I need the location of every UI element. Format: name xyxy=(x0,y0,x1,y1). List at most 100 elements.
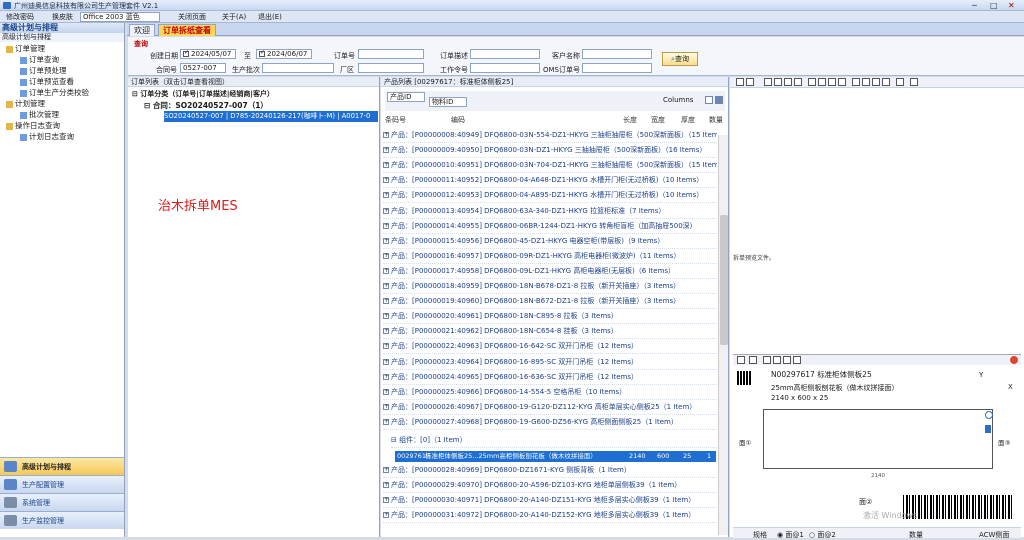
nav-production-monitor[interactable]: 生产监控管理 xyxy=(0,511,124,529)
expand-icon[interactable]: + xyxy=(383,403,389,410)
col-width[interactable]: 宽度 xyxy=(651,115,665,125)
product-row[interactable]: + 产品：[P00000014:40955] DFQ6800-06BR-1244-… xyxy=(383,219,717,234)
expand-icon[interactable]: + xyxy=(383,343,389,350)
expand-icon[interactable]: + xyxy=(383,147,389,154)
date-to-field[interactable]: 2024/06/07 xyxy=(256,49,312,59)
fit-icon[interactable] xyxy=(784,78,792,86)
tree-item-batch-management[interactable]: 批次管理 xyxy=(20,109,59,120)
customer-input[interactable] xyxy=(582,49,652,59)
expand-icon[interactable]: + xyxy=(383,132,389,138)
expand-icon[interactable]: + xyxy=(383,267,389,274)
grid-icon[interactable] xyxy=(818,78,826,86)
expand-icon[interactable]: + xyxy=(383,162,389,169)
minimize-icon[interactable]: ─ xyxy=(972,1,977,10)
layer-icon[interactable] xyxy=(808,78,816,86)
expand-icon[interactable]: + xyxy=(383,222,389,229)
expand-icon[interactable]: + xyxy=(383,177,389,184)
col-length[interactable]: 长度 xyxy=(623,115,637,125)
skin-select[interactable]: Office 2003 蓝色 xyxy=(80,12,160,22)
expand-icon[interactable]: + xyxy=(383,467,389,473)
expand-icon[interactable]: + xyxy=(383,418,389,425)
page-icon[interactable] xyxy=(763,356,771,364)
frame-icon[interactable] xyxy=(872,78,880,86)
expand-icon[interactable]: + xyxy=(383,373,389,380)
select-icon[interactable] xyxy=(794,78,802,86)
date-from-field[interactable]: 2024/05/07 xyxy=(180,49,236,59)
expand-icon[interactable]: + xyxy=(383,497,389,504)
tree-item-order-query[interactable]: 订单查询 xyxy=(20,54,59,65)
group-by-material-id[interactable]: 物料ID xyxy=(429,97,467,107)
component-group-row[interactable]: ⊟ 组件：[0]（1 Item） xyxy=(391,433,725,448)
tree-item-operation-log[interactable]: 操作日志查询 xyxy=(6,120,60,131)
order-tree-root[interactable]: ⊟ 订单分类（订单号|订单描述|经销商|客户） xyxy=(132,89,274,99)
skin-menu[interactable]: 换皮肤 xyxy=(52,12,73,22)
product-row[interactable]: + 产品：[P00000023:40964] DFQ6800-16-895-SC … xyxy=(383,355,717,370)
settings-icon[interactable] xyxy=(910,78,918,86)
logout-menu[interactable]: 退出(E) xyxy=(258,12,282,22)
tree-item-order-preprocess[interactable]: 订单预处理 xyxy=(20,65,67,76)
face2-radio[interactable]: ○ 面@2 xyxy=(809,530,836,540)
change-password-menu[interactable]: 修改密码 xyxy=(6,12,34,22)
col-thickness[interactable]: 厚度 xyxy=(681,115,695,125)
col-quantity[interactable]: 数量 xyxy=(709,115,723,125)
product-row[interactable]: + 产品：[P00000024:40965] DFQ6800-16-636-SC … xyxy=(383,370,717,385)
close-page-menu[interactable]: 关闭页面 xyxy=(178,12,206,22)
expand-icon[interactable] xyxy=(715,96,723,104)
product-row[interactable]: + 产品：[P00000029:40970] DFQ6800-20-A596-DZ… xyxy=(383,478,717,494)
expand-icon[interactable]: + xyxy=(383,313,389,320)
contract-node[interactable]: ⊟ 合同：SO20240527-007（1） xyxy=(144,100,268,111)
product-row[interactable]: + 产品：[P00000027:40968] DFQ6800-19-G600-DZ… xyxy=(383,415,717,430)
product-row[interactable]: + 产品：[P00000031:40972] DFQ6800-20-A140-DZ… xyxy=(383,508,717,524)
close-icon[interactable] xyxy=(1010,356,1018,364)
nav-aps[interactable]: 高级计划与排程 xyxy=(0,457,124,475)
product-row[interactable]: + 产品：[P00000009:40950] DFQ6800-03N-DZ1-HK… xyxy=(383,143,717,159)
oms-input[interactable] xyxy=(582,63,652,73)
frame-icon[interactable] xyxy=(773,356,781,364)
zoom-icon[interactable] xyxy=(749,356,757,364)
nav-system-management[interactable]: 系统管理 xyxy=(0,493,124,511)
product-row[interactable]: + 产品：[P00000028:40969] DFQ6800-DZ1671-KYG… xyxy=(383,463,717,478)
query-button[interactable]: ⌕查询 xyxy=(662,52,698,66)
workorder-input[interactable] xyxy=(470,63,540,73)
maximize-icon[interactable]: □ xyxy=(990,1,998,10)
tree-item-order-preview[interactable]: 订单预览查看 xyxy=(20,76,74,87)
columns-button[interactable]: Columns xyxy=(663,96,693,104)
product-row[interactable]: + 产品：[P00000015:40956] DFQ6800-45-DZ1-HKY… xyxy=(383,234,717,249)
product-row[interactable]: + 产品：[P00000020:40961] DFQ6800-18N-C895-8… xyxy=(383,309,717,325)
product-row[interactable]: + 产品：[P00000011:40952] DFQ6800-04-A648-DZ… xyxy=(383,173,717,189)
expand-icon[interactable]: + xyxy=(383,252,389,259)
zoom-icon[interactable] xyxy=(746,78,754,86)
move-icon[interactable] xyxy=(862,78,870,86)
about-menu[interactable]: 关于(A) xyxy=(222,12,246,22)
tree-item-plan-log[interactable]: 计划日志查询 xyxy=(20,131,74,142)
settings-icon[interactable] xyxy=(737,356,745,364)
nav-production-config[interactable]: 生产配置管理 xyxy=(0,475,124,493)
expand-icon[interactable]: + xyxy=(383,192,389,199)
product-list-scrollbar[interactable] xyxy=(718,135,728,535)
order-desc-input[interactable] xyxy=(470,49,540,59)
measure-icon[interactable] xyxy=(828,78,836,86)
group-by-product-id[interactable]: 产品ID xyxy=(387,92,425,102)
collapse-icon[interactable] xyxy=(705,96,713,104)
contract-input[interactable]: 0527-007 xyxy=(180,63,226,73)
tab-order-split-view[interactable]: 订单拆纸查看 xyxy=(158,24,216,36)
face1-radio[interactable]: ◉ 面@1 xyxy=(777,530,804,540)
expand-icon[interactable]: + xyxy=(383,358,389,365)
product-row[interactable]: + 产品：[P00000010:40951] DFQ6800-03N-704-DZ… xyxy=(383,158,717,174)
copy-icon[interactable] xyxy=(882,78,890,86)
selected-part-row[interactable]: 00297617 标准柜体侧板25...25mm高柜侧板刨花板（做木纹拼接面） … xyxy=(395,451,716,462)
tree-item-plan-management[interactable]: 计划管理 xyxy=(6,98,45,109)
product-row[interactable]: + 产品：[P00000012:40953] DFQ6800-04-A895-DZ… xyxy=(383,188,717,204)
tree-item-order-classification[interactable]: 订单生产分类校验 xyxy=(20,87,89,98)
batch-input[interactable] xyxy=(262,63,334,73)
print-icon[interactable] xyxy=(896,78,904,86)
view-icon[interactable] xyxy=(736,78,744,86)
pan-icon[interactable] xyxy=(764,78,772,86)
order-item-selected[interactable]: SO20240527-007 | D785-20240126-217(咖啡卜-M… xyxy=(164,111,378,122)
order-no-input[interactable] xyxy=(358,49,424,59)
product-row[interactable]: + 产品：[P00000021:40962] DFQ6800-18N-C654-8… xyxy=(383,324,717,340)
product-row[interactable]: + 产品：[P00000022:40963] DFQ6800-16-642-SC … xyxy=(383,339,717,355)
product-row[interactable]: + 产品：[P00000013:40954] DFQ6800-63A-340-DZ… xyxy=(383,204,717,219)
expand-icon[interactable]: + xyxy=(383,207,389,214)
pointer-icon[interactable] xyxy=(852,78,860,86)
